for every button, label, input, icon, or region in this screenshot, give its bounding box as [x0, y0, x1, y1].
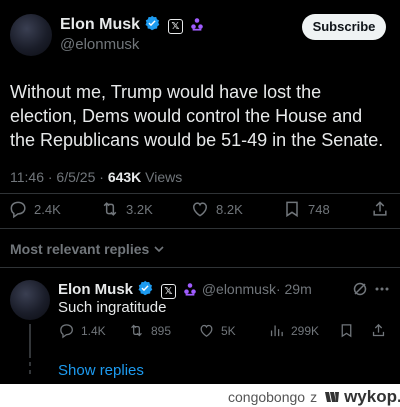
tweet-screen: Elon Musk 𝕏 @elonmusk Subscribe Without …: [0, 0, 400, 384]
author-name-row: Elon Musk 𝕏: [60, 15, 204, 34]
reply-author-avatar[interactable]: [10, 280, 50, 320]
reply-button[interactable]: 2.4K: [8, 199, 61, 219]
repost-count: 3.2K: [126, 201, 153, 217]
footer-watermark: congobongo z wykop.pl: [228, 387, 400, 407]
like-icon: [200, 324, 213, 337]
bookmark-button[interactable]: 748: [282, 199, 330, 219]
x-badge-icon: 𝕏: [160, 284, 176, 299]
author-name[interactable]: Elon Musk: [60, 16, 140, 33]
thread-line-dot: [29, 362, 31, 366]
subscribe-button[interactable]: Subscribe: [302, 14, 386, 40]
footer-username[interactable]: congobongo: [228, 389, 305, 405]
chevron-down-icon: [154, 246, 164, 253]
reply-reply-button[interactable]: 1.4K: [58, 322, 106, 339]
author-handle[interactable]: @elonmusk: [60, 36, 139, 53]
repost-button[interactable]: 3.2K: [100, 199, 153, 219]
reply-views-button[interactable]: 299K: [268, 322, 319, 339]
affiliate-icon: [191, 18, 204, 31]
reply-like-button[interactable]: 5K: [198, 322, 236, 339]
reply-time[interactable]: · 29m: [276, 281, 312, 297]
footer-site[interactable]: wykop.pl: [344, 387, 400, 407]
reply-icon: [10, 201, 26, 219]
reply-repost-count: 895: [151, 323, 172, 338]
bookmark-count: 748: [308, 201, 330, 217]
reply-author-handle[interactable]: @elonmusk: [202, 281, 276, 297]
share-icon: [373, 201, 387, 216]
reply-views-count: 299K: [291, 323, 320, 338]
verified-badge-icon: [138, 280, 153, 296]
divider: [0, 267, 400, 268]
tweet-timestamp[interactable]: 11:46 · 6/5/25 ·: [10, 169, 108, 185]
show-replies-link[interactable]: Show replies: [58, 362, 144, 379]
thread-line-dot: [29, 370, 31, 374]
divider: [0, 193, 400, 194]
reply-repost-button[interactable]: 895: [128, 322, 171, 339]
views-icon: [270, 325, 283, 337]
bookmark-icon: [341, 324, 352, 338]
reply-sort-dropdown[interactable]: Most relevant replies: [10, 241, 165, 257]
reply-reply-count: 1.4K: [81, 323, 106, 338]
reply-bookmark-button[interactable]: [338, 322, 361, 339]
affiliate-icon: [184, 283, 197, 296]
views-count: 643K: [107, 169, 142, 185]
views-label: Views: [141, 169, 183, 185]
reply-text: Such ingratitude: [58, 299, 167, 316]
bookmark-icon: [286, 201, 298, 218]
reply-sort-label: Most relevant replies: [10, 241, 150, 257]
reply-author-name[interactable]: Elon Musk: [58, 281, 133, 298]
reply-header: Elon Musk 𝕏 @elonmusk· 29m: [58, 280, 312, 299]
more-icon[interactable]: [374, 282, 390, 296]
reply-count: 2.4K: [34, 201, 61, 217]
like-button[interactable]: 8.2K: [190, 199, 243, 219]
author-avatar[interactable]: [10, 14, 52, 56]
verified-badge-icon: [145, 15, 160, 31]
wykop-logo-icon: [325, 392, 340, 402]
divider: [0, 228, 400, 229]
x-badge-icon: 𝕏: [167, 19, 183, 34]
tweet-text: Without me, Trump would have lost the el…: [10, 82, 384, 150]
reply-share-button[interactable]: [370, 322, 393, 339]
share-button[interactable]: [370, 199, 396, 219]
reply-like-count: 5K: [221, 323, 236, 338]
thread-line: [29, 324, 31, 358]
grok-icon[interactable]: [352, 281, 368, 297]
like-icon: [192, 202, 208, 217]
reply-icon: [60, 324, 73, 339]
footer-separator: z: [310, 389, 318, 405]
tweet-meta: 11:46 · 6/5/25 · 643K Views: [10, 169, 182, 185]
like-count: 8.2K: [216, 201, 243, 217]
share-icon: [372, 323, 385, 337]
repost-icon: [131, 324, 142, 337]
repost-icon: [103, 202, 117, 216]
